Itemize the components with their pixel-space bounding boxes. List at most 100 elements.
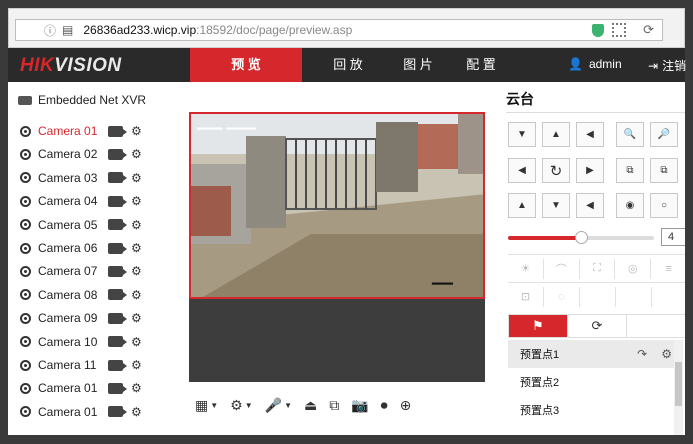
tab-presets[interactable]: ⚑ <box>509 315 568 337</box>
ptz-control-icon[interactable]: ⚙ <box>131 241 142 255</box>
preset-scrollbar[interactable] <box>674 340 683 435</box>
preset-item[interactable]: 预置点3 <box>508 396 680 424</box>
tab-playback[interactable]: 回 放 <box>308 48 388 82</box>
device-node[interactable]: Embedded Net XVR <box>18 93 146 107</box>
ptz-control-icon[interactable]: ⚙ <box>131 288 142 302</box>
preset-item[interactable]: 预置点1 ↷ ⚙ <box>508 340 680 368</box>
camera-item[interactable]: Camera 09 ⚙ <box>20 309 170 327</box>
camera-item[interactable]: Camera 05 ⚙ <box>20 216 170 234</box>
camera-item[interactable]: Camera 01 ⚙ <box>20 379 170 397</box>
camera-status-icon <box>20 242 31 254</box>
start-preview-icon[interactable] <box>108 172 127 184</box>
wiper-icon[interactable]: ⌒ <box>544 258 580 279</box>
3d-positioning-icon[interactable]: ⊡ <box>508 286 544 307</box>
previous-page-button[interactable]: ⧉ <box>329 397 339 414</box>
focus-assist-icon[interactable]: ⛶ <box>580 258 616 279</box>
camera-item[interactable]: Camera 11 ⚙ <box>20 356 170 374</box>
start-preview-icon[interactable] <box>108 195 127 207</box>
focus-near-button[interactable]: ⧉ <box>616 158 644 183</box>
scroll-thumb[interactable] <box>675 362 682 406</box>
zoom-out-button[interactable]: 🔍 <box>616 122 644 147</box>
ptz-control-icon[interactable]: ⚙ <box>131 218 142 232</box>
start-preview-icon[interactable] <box>108 406 127 418</box>
tab-configuration[interactable]: 配 置 <box>441 48 521 82</box>
live-video-frame[interactable]: ▂▂▂▂▂▂ ▂▂▂▂▂▂▂ ▂▂▂▂▂ <box>189 112 485 299</box>
start-preview-icon[interactable] <box>108 219 127 231</box>
start-preview-icon[interactable] <box>108 312 127 324</box>
camera-item[interactable]: Camera 03 ⚙ <box>20 169 170 187</box>
info-icon[interactable]: ⓘ <box>44 22 56 39</box>
camera-item[interactable]: Camera 04 ⚙ <box>20 192 170 210</box>
ptz-control-icon[interactable]: ⚙ <box>131 405 142 419</box>
start-preview-icon[interactable] <box>108 242 127 254</box>
camera-item[interactable]: Camera 07 ⚙ <box>20 262 170 280</box>
address-bar[interactable]: ⓘ ▤ 26836ad233.wicp.vip:18592/doc/page/p… <box>15 19 663 41</box>
iris-open-button[interactable]: ◉ <box>616 193 644 218</box>
set-preset-icon[interactable]: ⚙ <box>661 347 672 361</box>
ptz-down-button[interactable]: ▼ <box>542 193 570 218</box>
ptz-speed-value[interactable]: 4 <box>661 228 685 246</box>
stop-all-button[interactable]: ⏏ <box>304 397 317 414</box>
camera-item[interactable]: Camera 10 ⚙ <box>20 333 170 351</box>
camera-item[interactable]: Camera 02 ⚙ <box>20 145 170 163</box>
camera-item[interactable]: Camera 01 ⚙ <box>20 122 170 140</box>
ptz-control-icon[interactable]: ⚙ <box>131 381 142 395</box>
preset-item[interactable]: 预置点2 <box>508 368 680 396</box>
camera-item[interactable]: Camera 01 ⚙ <box>20 403 170 421</box>
logout-button[interactable]: ⇥ 注销 <box>648 57 686 74</box>
ptz-auto-button[interactable]: ↻ <box>542 158 570 183</box>
reload-icon[interactable]: ⟳ <box>643 22 654 38</box>
ptz-control-icon[interactable]: ⚙ <box>131 147 142 161</box>
camera-item[interactable]: Camera 06 ⚙ <box>20 239 170 257</box>
camera-item[interactable]: Camera 08 ⚙ <box>20 286 170 304</box>
ptz-control-icon[interactable]: ⚙ <box>131 124 142 138</box>
lens-init-icon[interactable]: ◎ <box>615 258 652 279</box>
ptz-up-left-button[interactable]: ▼ <box>508 122 536 147</box>
ptz-control-icon[interactable]: ⚙ <box>131 264 142 278</box>
ptz-up-button[interactable]: ▲ <box>542 122 570 147</box>
user-menu[interactable]: 👤 admin <box>568 57 622 71</box>
ptz-down-left-button[interactable]: ▲ <box>508 193 536 218</box>
ptz-down-right-button[interactable]: ◀ <box>576 193 604 218</box>
focus-far-button[interactable]: ⧉ <box>650 158 678 183</box>
tab-preview[interactable]: 预 览 <box>190 48 302 82</box>
ptz-control-icon[interactable]: ⚙ <box>131 311 142 325</box>
ptz-control-icon[interactable]: ⚙ <box>131 171 142 185</box>
qr-code-icon[interactable] <box>612 23 626 37</box>
ptz-up-right-button[interactable]: ◀ <box>576 122 604 147</box>
menu-icon[interactable]: ≡ <box>651 259 685 279</box>
ptz-control-icon[interactable]: ⚙ <box>131 194 142 208</box>
light-icon[interactable]: ☀ <box>508 258 544 279</box>
slider-handle[interactable] <box>575 231 588 244</box>
capture-button[interactable]: 📷 <box>351 397 368 414</box>
camera-status-icon <box>20 336 31 348</box>
start-preview-icon[interactable] <box>108 148 127 160</box>
start-preview-icon[interactable] <box>108 125 127 137</box>
tab-patrol[interactable]: ⟳ <box>568 315 627 337</box>
stream-select-button[interactable]: ⚙ ▼ <box>230 397 252 414</box>
iris-close-button[interactable]: ○ <box>650 193 678 218</box>
one-touch-icon[interactable]: ◌ <box>544 286 580 307</box>
start-preview-icon[interactable] <box>108 382 127 394</box>
window-layout-button[interactable]: ▦ ▼ <box>195 397 218 414</box>
start-preview-icon[interactable] <box>108 359 127 371</box>
start-preview-icon[interactable] <box>108 336 127 348</box>
digital-zoom-button[interactable]: ⊕ <box>400 397 412 414</box>
user-icon: 👤 <box>568 57 583 71</box>
ptz-right-button[interactable]: ▶ <box>576 158 604 183</box>
url-text[interactable]: 26836ad233.wicp.vip:18592/doc/page/previ… <box>83 23 352 37</box>
call-preset-icon[interactable]: ↷ <box>637 347 647 361</box>
zoom-in-button[interactable]: 🔎 <box>650 122 678 147</box>
ptz-control-icon[interactable]: ⚙ <box>131 335 142 349</box>
ptz-control-icon[interactable]: ⚙ <box>131 358 142 372</box>
ptz-speed-slider[interactable] <box>508 231 654 244</box>
start-preview-icon[interactable] <box>108 265 127 277</box>
video-window-area[interactable]: ▂▂▂▂▂▂ ▂▂▂▂▂▂▂ ▂▂▂▂▂ <box>189 112 485 382</box>
start-preview-icon[interactable] <box>108 289 127 301</box>
audio-button[interactable]: 🎤 ▼ <box>265 397 292 414</box>
ptz-left-button[interactable]: ◀ <box>508 158 536 183</box>
record-button[interactable]: ⏺ <box>381 397 388 414</box>
shield-icon[interactable] <box>592 24 604 37</box>
tab-pattern[interactable] <box>627 315 685 337</box>
camera-status-icon <box>20 172 31 184</box>
